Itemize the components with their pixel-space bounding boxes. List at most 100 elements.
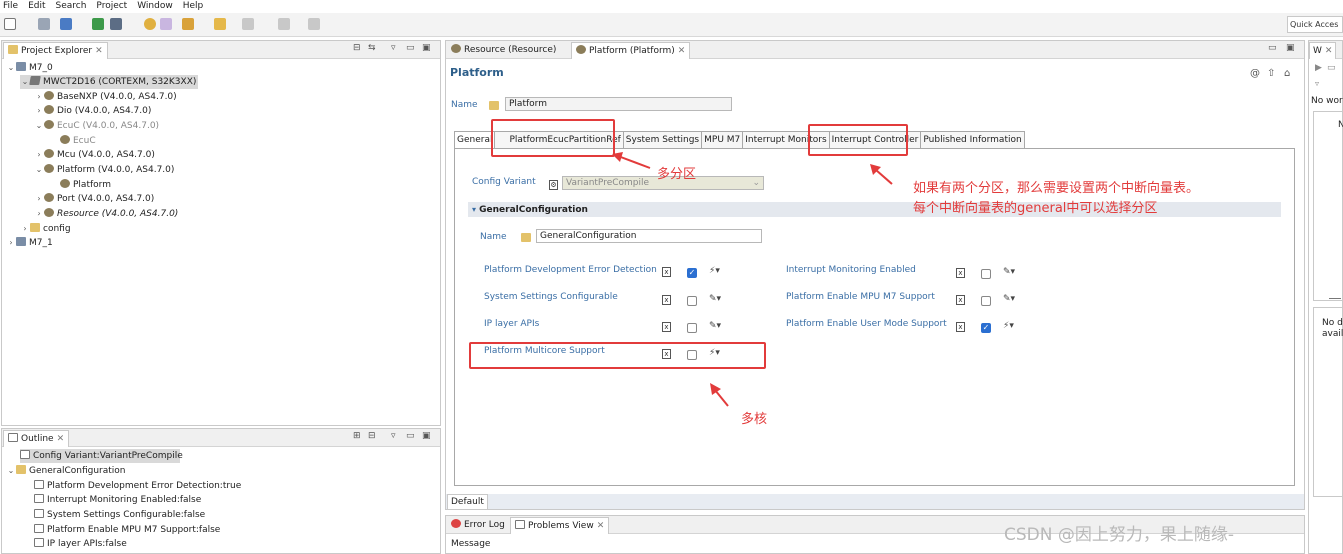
collapse-all-icon[interactable]: ⊟ bbox=[353, 43, 361, 53]
tree-item[interactable]: › Mcu (V4.0.0, AS4.7.0) bbox=[34, 148, 155, 162]
chevron-down-icon[interactable]: ⌄ bbox=[20, 75, 30, 89]
tab-default[interactable]: Default bbox=[447, 494, 488, 509]
minimize-icon[interactable]: ▭ bbox=[406, 431, 415, 441]
at-icon[interactable]: @ bbox=[1250, 68, 1260, 79]
tab-published-information[interactable]: Published Information bbox=[920, 131, 1025, 149]
quick-access-input[interactable]: Quick Acces bbox=[1287, 16, 1343, 33]
view-menu-icon[interactable]: ▿ bbox=[1315, 79, 1319, 88]
link-editor-icon[interactable]: ⇆ bbox=[368, 43, 376, 53]
tab-platform[interactable]: Platform (Platform) ✕ bbox=[571, 42, 691, 59]
splitter-handle[interactable] bbox=[1329, 298, 1341, 299]
mpu-support-checkbox[interactable] bbox=[981, 296, 991, 306]
close-icon[interactable]: ✕ bbox=[597, 521, 605, 531]
back-arrow-icon[interactable] bbox=[214, 18, 226, 30]
chevron-right-icon[interactable]: › bbox=[34, 90, 44, 104]
section-name-label: Name bbox=[480, 232, 507, 242]
tab-right-view[interactable]: W ✕ bbox=[1309, 42, 1337, 59]
tree-item[interactable]: › Resource (V4.0.0, AS4.7.0) bbox=[34, 207, 178, 221]
collapse-all-icon[interactable]: ⊟ bbox=[368, 431, 376, 441]
chevron-down-icon[interactable]: ⌄ bbox=[34, 163, 44, 177]
user-mode-checkbox[interactable]: ✓ bbox=[981, 323, 991, 333]
menu-edit[interactable]: Edit bbox=[28, 0, 45, 12]
name-field[interactable]: Platform bbox=[505, 97, 732, 111]
tree-item[interactable]: Platform Development Error Detection:tru… bbox=[34, 479, 241, 493]
tree-item[interactable]: ⌄ EcuC (V4.0.0, AS4.7.0) bbox=[34, 119, 159, 133]
forward-arrow-icon[interactable] bbox=[242, 18, 254, 30]
tree-item[interactable]: ⌄ Platform (V4.0.0, AS4.7.0) bbox=[34, 163, 174, 177]
view-menu-icon[interactable]: ▿ bbox=[391, 43, 396, 53]
message-column-header: Message bbox=[451, 539, 491, 549]
build-icon[interactable] bbox=[110, 18, 122, 30]
unlink-icon[interactable] bbox=[160, 18, 172, 30]
home-icon[interactable]: ⌂ bbox=[1284, 68, 1290, 79]
tree-item[interactable]: EcuC bbox=[60, 134, 96, 148]
config-icon bbox=[60, 179, 70, 188]
right-panel: W ✕ ▶ ▭ ▿ No wor N No d avail bbox=[1308, 40, 1343, 554]
chevron-right-icon[interactable]: › bbox=[34, 148, 44, 162]
maximize-icon[interactable]: ▣ bbox=[422, 431, 431, 441]
tree-item[interactable]: Interrupt Monitoring Enabled:false bbox=[34, 493, 201, 507]
problems-icon bbox=[515, 520, 525, 529]
tree-item[interactable]: Config Variant:VariantPreCompile bbox=[20, 449, 183, 463]
prev-annotation-icon[interactable] bbox=[278, 18, 290, 30]
tree-item[interactable]: › M7_1 bbox=[6, 236, 53, 250]
up-arrow-icon[interactable]: ⇧ bbox=[1267, 68, 1275, 79]
chevron-down-icon[interactable]: ⌄ bbox=[34, 119, 44, 133]
module-icon bbox=[451, 44, 461, 53]
menu-search[interactable]: Search bbox=[56, 0, 87, 12]
tree-item[interactable]: Platform bbox=[60, 178, 111, 192]
menu-file[interactable]: File bbox=[3, 0, 18, 12]
tree-item[interactable]: ⌄ M7_0 bbox=[6, 61, 53, 75]
tree-item[interactable]: › BaseNXP (V4.0.0, AS4.7.0) bbox=[34, 90, 177, 104]
close-icon[interactable]: ✕ bbox=[57, 434, 65, 444]
validate-icon[interactable] bbox=[92, 18, 104, 30]
tree-item[interactable]: System Settings Configurable:false bbox=[34, 508, 205, 522]
tab-general[interactable]: General bbox=[454, 131, 495, 149]
view-menu-icon[interactable]: ▿ bbox=[391, 431, 396, 441]
tree-item[interactable]: › Dio (V4.0.0, AS4.7.0) bbox=[34, 104, 151, 118]
chevron-right-icon[interactable]: › bbox=[20, 222, 30, 236]
tab-project-explorer[interactable]: Project Explorer ✕ bbox=[3, 42, 108, 59]
chevron-right-icon[interactable]: › bbox=[34, 104, 44, 118]
generate-icon[interactable] bbox=[60, 18, 72, 30]
pen-icon[interactable] bbox=[182, 18, 194, 30]
calc-dropdown-icon[interactable]: ⚡▾ bbox=[1003, 321, 1014, 331]
tab-resource[interactable]: Resource (Resource) bbox=[447, 42, 560, 59]
close-icon[interactable]: ✕ bbox=[95, 46, 103, 56]
minimize-icon[interactable]: ▭ bbox=[406, 43, 415, 53]
tree-item[interactable]: › config bbox=[20, 222, 71, 236]
maximize-icon[interactable]: ▣ bbox=[422, 43, 431, 53]
pencil-dropdown-icon[interactable]: ✎▾ bbox=[1003, 267, 1015, 277]
chevron-right-icon[interactable]: › bbox=[34, 192, 44, 206]
save-icon[interactable] bbox=[38, 18, 50, 30]
collapse-triangle-icon[interactable]: ▾ bbox=[472, 205, 476, 214]
chevron-down-icon[interactable]: ⌄ bbox=[6, 61, 16, 75]
play-icon[interactable]: ▶ bbox=[1315, 63, 1322, 73]
chevron-down-icon[interactable]: ⌄ bbox=[6, 464, 16, 478]
next-annotation-icon[interactable] bbox=[308, 18, 320, 30]
minimize-icon[interactable]: ▭ bbox=[1268, 43, 1277, 53]
expand-all-icon[interactable]: ⊞ bbox=[353, 431, 361, 441]
chevron-right-icon[interactable]: › bbox=[34, 207, 44, 221]
chevron-right-icon[interactable]: › bbox=[6, 236, 16, 250]
close-icon[interactable]: ✕ bbox=[1325, 46, 1333, 56]
link-icon[interactable] bbox=[144, 18, 156, 30]
new-icon[interactable] bbox=[4, 18, 16, 30]
menu-window[interactable]: Window bbox=[137, 0, 173, 12]
pencil-dropdown-icon[interactable]: ✎▾ bbox=[1003, 294, 1015, 304]
tab-problems-view[interactable]: Problems View ✕ bbox=[510, 517, 610, 534]
toolbar-icon[interactable]: ▭ bbox=[1327, 63, 1336, 73]
document-icon bbox=[20, 450, 30, 459]
tab-outline[interactable]: Outline ✕ bbox=[3, 430, 70, 447]
tree-item[interactable]: Platform Enable MPU M7 Support:false bbox=[34, 523, 220, 537]
menu-project[interactable]: Project bbox=[96, 0, 127, 12]
tree-item[interactable]: › Port (V4.0.0, AS4.7.0) bbox=[34, 192, 154, 206]
interrupt-monitoring-checkbox[interactable] bbox=[981, 269, 991, 279]
maximize-icon[interactable]: ▣ bbox=[1286, 43, 1295, 53]
tree-item[interactable]: ⌄ MWCT2D16 (CORTEXM, S32K3XX) bbox=[20, 75, 198, 89]
tree-item[interactable]: IP layer APIs:false bbox=[34, 537, 127, 551]
tab-error-log[interactable]: Error Log bbox=[447, 517, 509, 534]
menu-help[interactable]: Help bbox=[183, 0, 204, 12]
close-icon[interactable]: ✕ bbox=[678, 46, 686, 56]
tree-item[interactable]: ⌄ GeneralConfiguration bbox=[6, 464, 126, 478]
